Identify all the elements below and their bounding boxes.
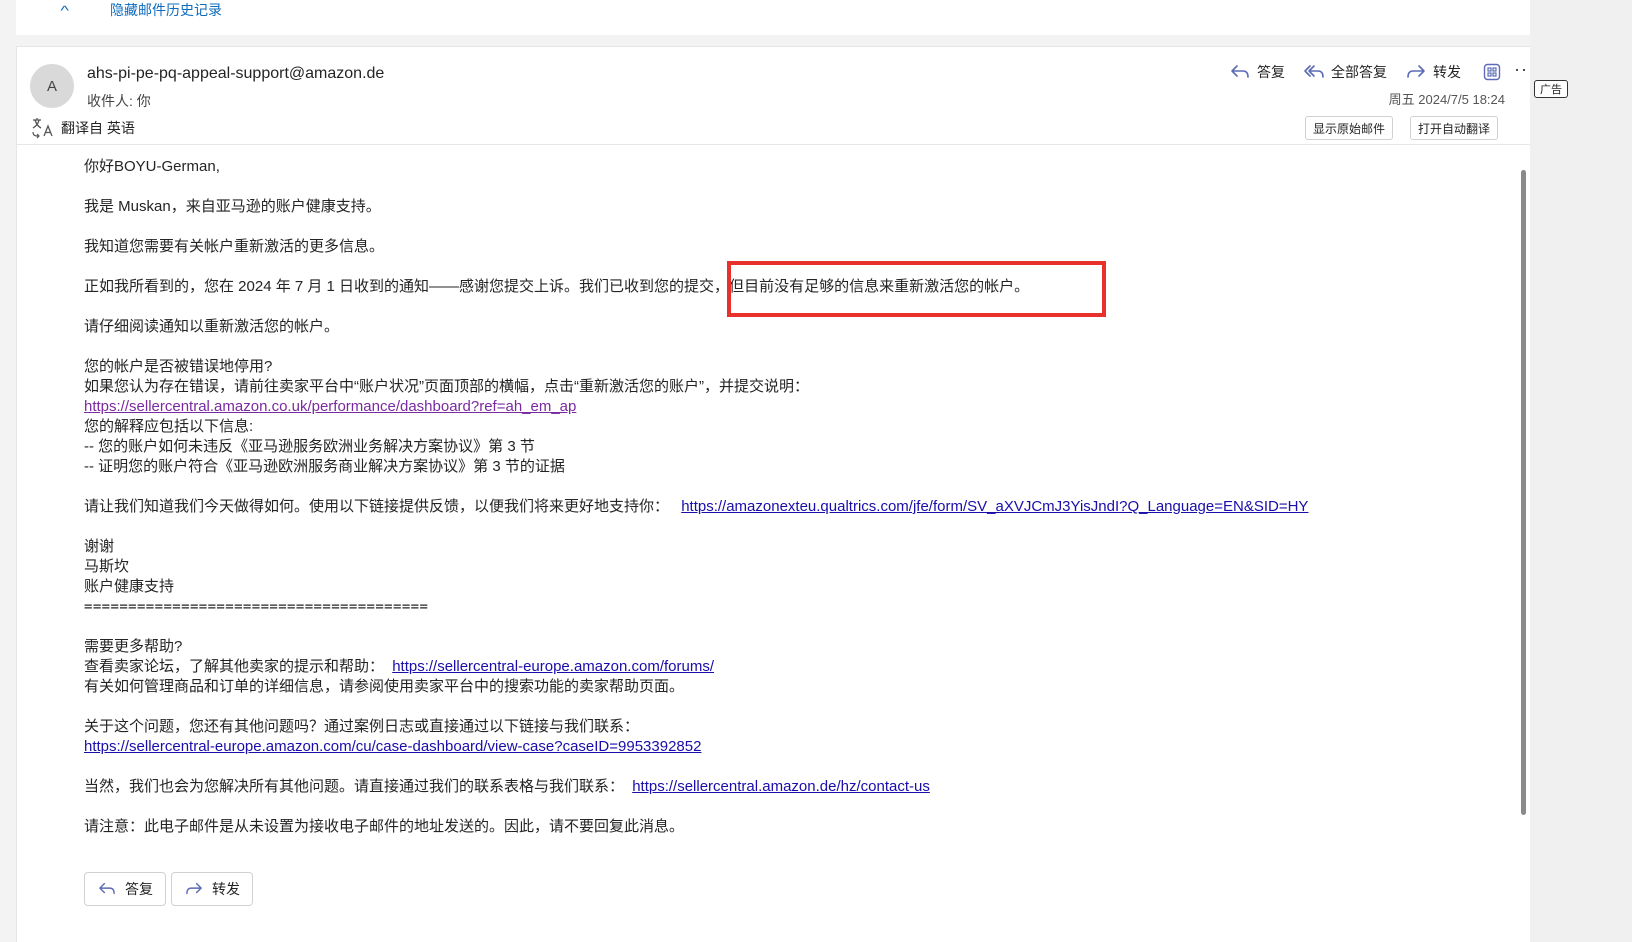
- scrollbar-thumb[interactable]: [1521, 170, 1526, 815]
- contact-link[interactable]: https://sellercentral.amazon.de/hz/conta…: [632, 778, 930, 795]
- reply-label: 答复: [1257, 64, 1285, 80]
- forward-icon: [186, 882, 202, 895]
- ad-badge[interactable]: 广告: [1534, 80, 1568, 98]
- case-link[interactable]: https://sellercentral-europe.amazon.com/…: [84, 738, 701, 755]
- contact-line: 当然，我们也会为您解决所有其他问题。请直接通过我们的联系表格与我们联系： htt…: [84, 777, 1544, 797]
- reply-all-button[interactable]: 全部答复: [1303, 59, 1387, 85]
- reply-icon: [99, 882, 115, 895]
- recipient-line: 收件人: 你: [87, 91, 151, 111]
- other-questions-line: 关于这个问题，您还有其他问题吗？通过案例日志或直接通过以下链接与我们联系：: [84, 718, 640, 735]
- explain-include-line: 您的解释应包括以下信息:: [84, 418, 254, 435]
- history-bar: ^ 隐藏邮件历史记录: [16, 0, 1576, 35]
- footer-forward-button[interactable]: 转发: [171, 872, 253, 906]
- translate-icon: [32, 117, 53, 138]
- ad-rail: 广告: [1530, 0, 1632, 942]
- show-original-button[interactable]: 显示原始邮件: [1305, 116, 1394, 140]
- intro-line: 我是 Muskan，来自亚马逊的账户健康支持。: [84, 198, 381, 215]
- footer-reply-label: 答复: [125, 881, 153, 897]
- dashboard-link[interactable]: https://sellercentral.amazon.co.uk/perfo…: [84, 398, 576, 415]
- forward-label: 转发: [1433, 64, 1461, 80]
- feedback-line: 请让我们知道我们今天做得如何。使用以下链接提供反馈，以便我们将来更好地支持你： …: [84, 497, 1544, 517]
- recipient-label: 收件人:: [87, 93, 133, 109]
- message-actions: 答复 全部答复 转发: [1229, 59, 1505, 85]
- feedback-link[interactable]: https://amazonexteu.qualtrics.com/jfe/fo…: [681, 498, 1308, 515]
- reply-icon: [1231, 65, 1249, 78]
- footer-reply-button[interactable]: 答复: [84, 872, 166, 906]
- message-body: 你好BOYU-German, 我是 Muskan，来自亚马逊的账户健康支持。 我…: [84, 157, 1544, 837]
- team-name: 账户健康支持: [84, 578, 175, 595]
- contact-text: 当然，我们也会为您解决所有其他问题。请直接通过我们的联系表格与我们联系：: [84, 778, 625, 795]
- footer-actions: 答复 转发: [84, 872, 253, 906]
- forum-link[interactable]: https://sellercentral-europe.amazon.com/…: [392, 658, 714, 675]
- apps-button[interactable]: [1479, 59, 1505, 85]
- reply-all-icon: [1304, 65, 1324, 78]
- recipient-name[interactable]: 你: [137, 93, 151, 109]
- auto-translate-button[interactable]: 打开自动翻译: [1410, 116, 1499, 140]
- reply-all-label: 全部答复: [1331, 64, 1387, 80]
- feedback-text: 请让我们知道我们今天做得如何。使用以下链接提供反馈，以便我们将来更好地支持你：: [84, 498, 670, 515]
- manage-line: 有关如何管理商品和订单的详细信息，请参阅使用卖家平台中的搜索功能的卖家帮助页面。: [84, 678, 685, 695]
- forum-line: 查看卖家论坛，了解其他卖家的提示和帮助： https://sellercentr…: [84, 657, 1544, 677]
- chevron-up-icon: ^: [60, 2, 69, 18]
- reply-button[interactable]: 答复: [1229, 59, 1285, 85]
- divider-line: =======================================: [84, 599, 429, 615]
- email-reading-pane: A ahs-pi-pe-pq-appeal-support@amazon.de …: [16, 46, 1576, 942]
- signer-name: 马斯坎: [84, 558, 130, 575]
- hide-history-label: 隐藏邮件历史记录: [110, 2, 222, 18]
- apps-grid-icon: [1483, 63, 1501, 81]
- understand-line: 我知道您需要有关帐户重新激活的更多信息。: [84, 238, 385, 255]
- highlight-annotation: [727, 261, 1106, 317]
- avatar[interactable]: A: [30, 64, 74, 108]
- forward-icon: [1407, 65, 1425, 78]
- forward-button[interactable]: 转发: [1405, 59, 1461, 85]
- bullet-item-2: -- 证明您的账户符合《亚马逊欧洲服务商业解决方案协议》第 3 节的证据: [84, 458, 565, 475]
- note-line: 请注意：此电子邮件是从未设置为接收电子邮件的地址发送的。因此，请不要回复此消息。: [84, 818, 685, 835]
- translation-bar: 翻译自 英语 显示原始邮件 打开自动翻译: [17, 111, 1575, 145]
- greeting: 你好BOYU-German,: [84, 158, 220, 175]
- sender-address[interactable]: ahs-pi-pe-pq-appeal-support@amazon.de: [87, 65, 384, 83]
- message-timestamp: 周五 2024/7/5 18:24: [1388, 92, 1505, 107]
- if-error-line: 如果您认为存在错误，请前往卖家平台中“账户状况”页面顶部的横幅，点击“重新激活您…: [84, 378, 809, 395]
- bullet-item-1: -- 您的账户如何未违反《亚马逊服务欧洲业务解决方案协议》第 3 节: [84, 438, 535, 455]
- hide-history-link[interactable]: ^ 隐藏邮件历史记录: [60, 0, 222, 20]
- deactivated-question: 您的帐户是否被错误地停用?: [84, 358, 273, 375]
- need-help-line: 需要更多帮助?: [84, 638, 183, 655]
- footer-forward-label: 转发: [212, 881, 240, 897]
- translated-from-label: 翻译自 英语: [61, 119, 135, 136]
- read-carefully-line: 请仔细阅读通知以重新激活您的帐户。: [84, 318, 340, 335]
- forum-text: 查看卖家论坛，了解其他卖家的提示和帮助：: [84, 658, 385, 675]
- thanks-line: 谢谢: [84, 538, 115, 555]
- scrollbar[interactable]: [1518, 150, 1528, 820]
